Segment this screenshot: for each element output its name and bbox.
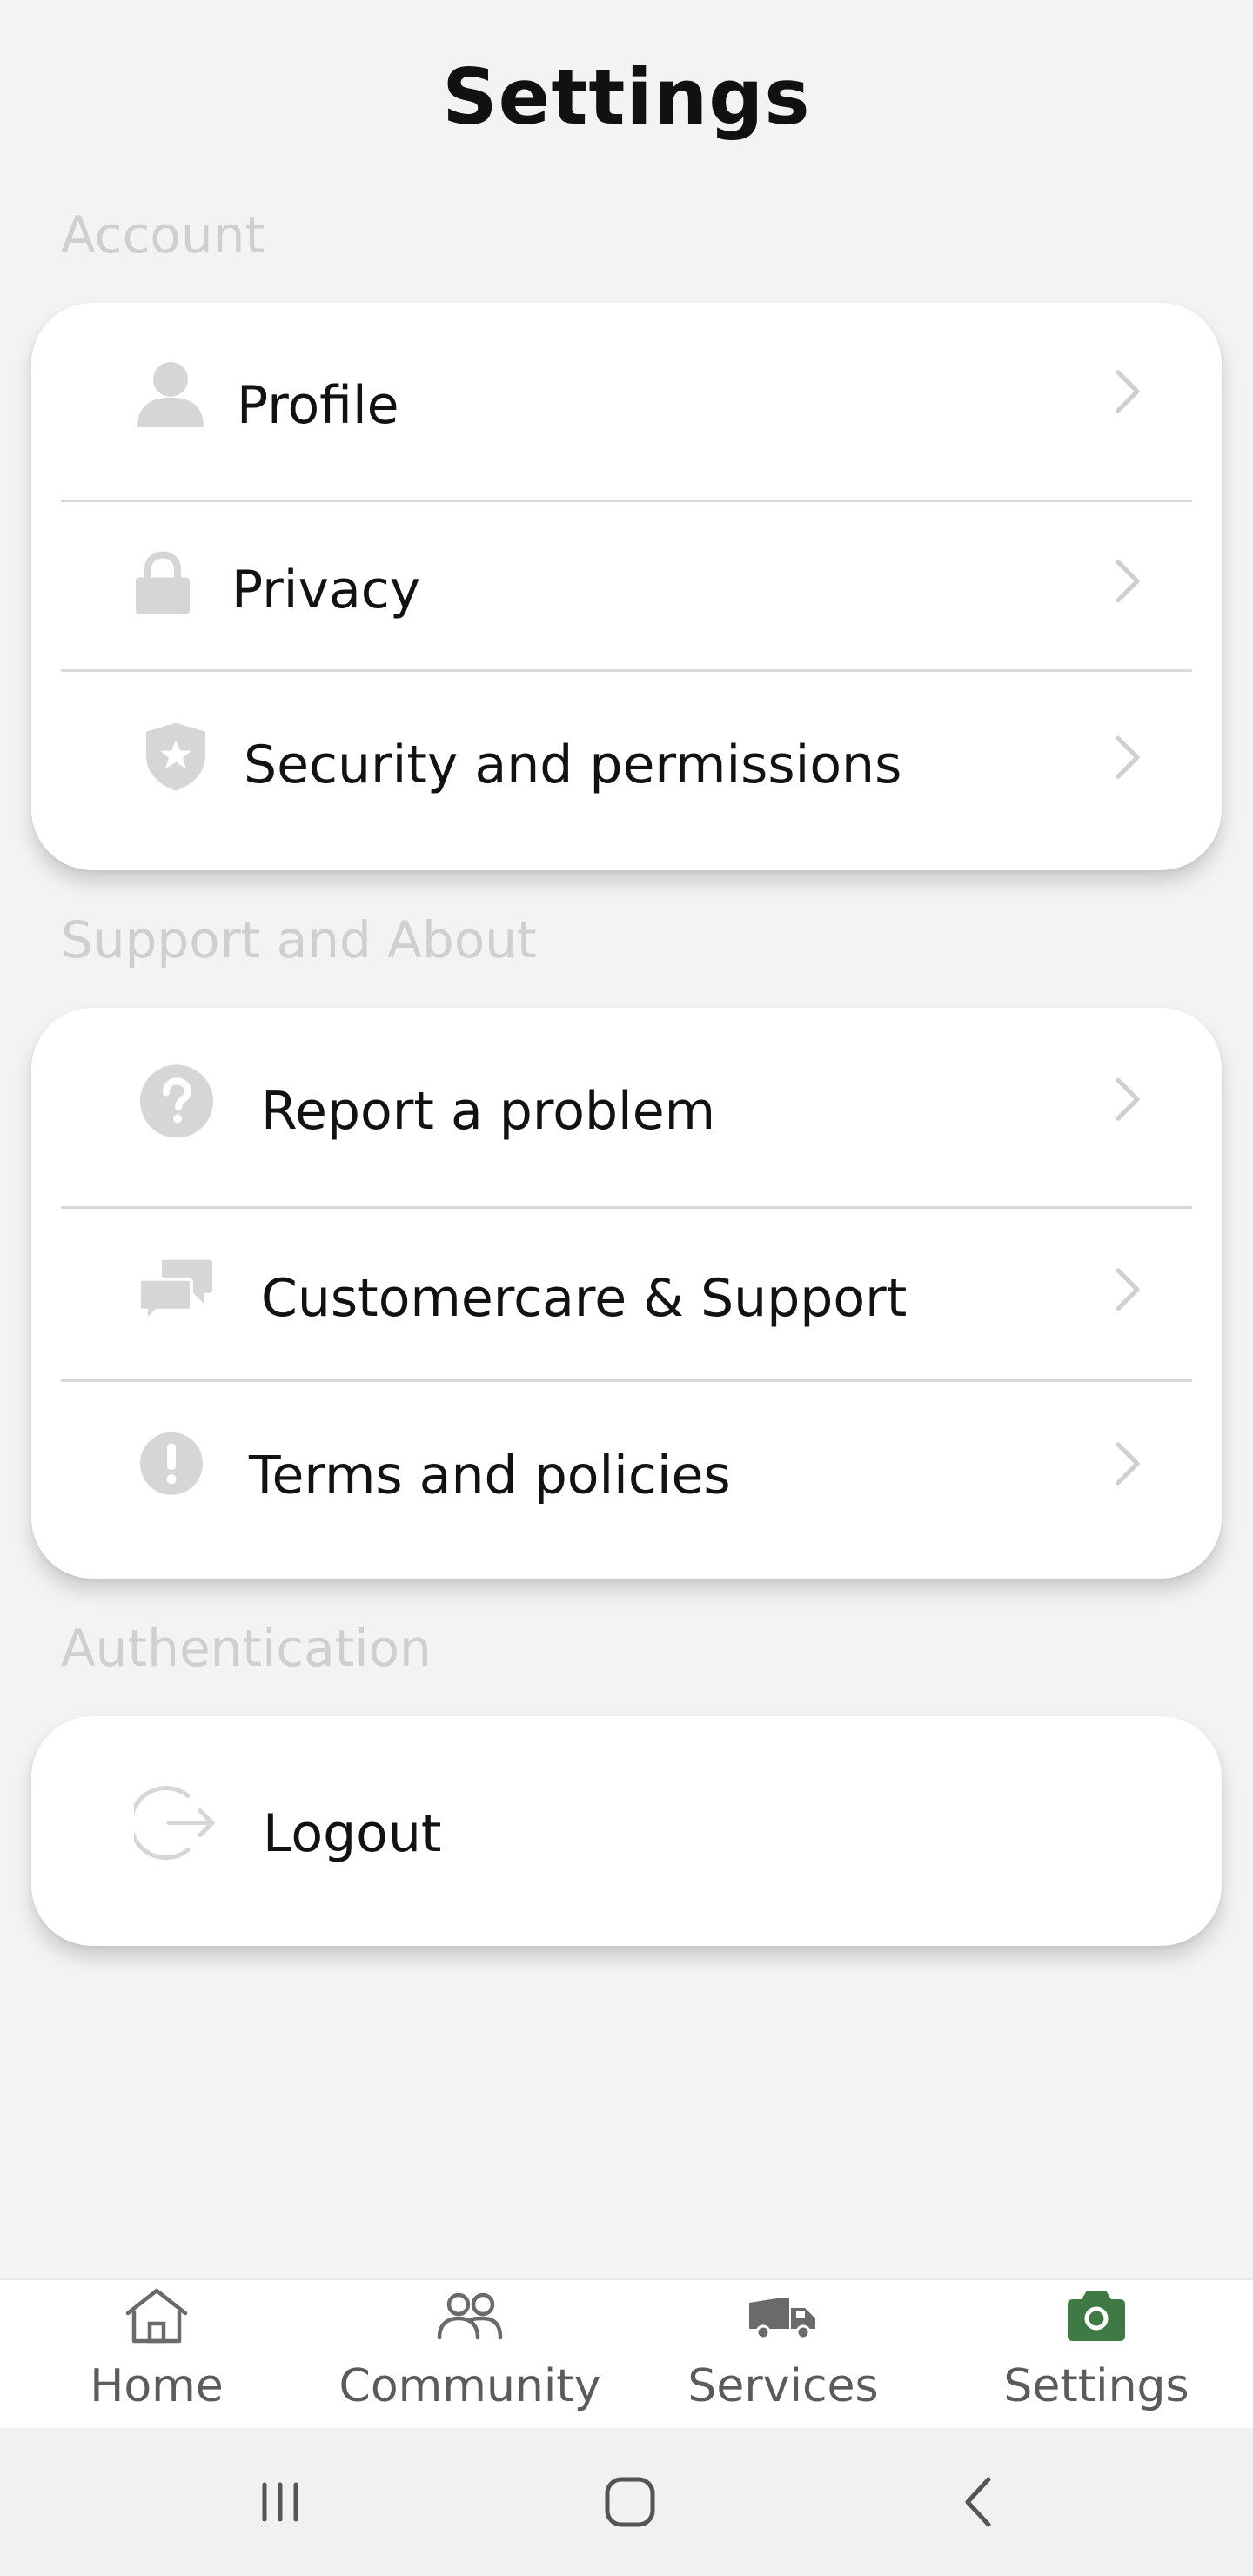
authentication-card: Logout	[31, 1716, 1222, 1946]
chevron-right-icon	[1105, 731, 1149, 783]
chevron-right-icon	[1105, 1438, 1149, 1490]
section-heading-support: Support and About	[61, 910, 537, 969]
nav-label-settings: Settings	[1003, 2360, 1189, 2412]
bottom-navigation: Home Community Services Settings	[0, 2278, 1253, 2430]
chevron-right-icon	[1105, 1263, 1149, 1315]
recent-apps-icon[interactable]	[245, 2467, 315, 2537]
nav-item-settings[interactable]: Settings	[940, 2280, 1253, 2430]
settings-row-terms[interactable]: Terms and policies	[31, 1382, 1222, 1579]
nav-item-community[interactable]: Community	[313, 2280, 626, 2430]
chevron-right-icon	[1105, 1073, 1149, 1125]
nav-label-services: Services	[687, 2360, 879, 2412]
settings-row-logout[interactable]: Logout	[31, 1716, 1222, 1946]
back-icon[interactable]	[945, 2467, 1015, 2537]
settings-row-customercare[interactable]: Customercare & Support	[31, 1209, 1222, 1382]
home-icon	[121, 2285, 192, 2346]
settings-row-label: Security and permissions	[244, 735, 902, 795]
settings-row-privacy[interactable]: Privacy	[31, 502, 1222, 672]
page-title: Settings	[442, 52, 811, 142]
exclamation-circle-icon	[139, 1432, 204, 1496]
settings-row-label: Customercare & Support	[261, 1267, 908, 1329]
chat-bubbles-icon	[137, 1256, 214, 1325]
shield-icon	[143, 721, 209, 793]
account-card: Profile Privacy Security and permissions	[31, 303, 1222, 870]
nav-item-services[interactable]: Services	[626, 2280, 940, 2430]
nav-label-home: Home	[90, 2360, 224, 2412]
settings-row-label: Privacy	[231, 559, 421, 621]
support-card: Report a problem Customercare & Support …	[31, 1008, 1222, 1579]
settings-row-profile[interactable]: Profile	[31, 303, 1222, 502]
nav-item-home[interactable]: Home	[0, 2280, 313, 2430]
lock-icon	[134, 551, 191, 615]
home-circle-icon[interactable]	[595, 2467, 665, 2537]
settings-row-label: Profile	[237, 374, 399, 436]
system-navigation-bar	[0, 2428, 1253, 2576]
camera-settings-icon	[1061, 2285, 1132, 2346]
chevron-right-icon	[1105, 554, 1149, 607]
settings-row-security[interactable]: Security and permissions	[31, 672, 1222, 870]
settings-row-label: Terms and policies	[249, 1445, 731, 1506]
person-icon	[134, 357, 207, 430]
logout-icon	[134, 1782, 216, 1864]
nav-label-community: Community	[338, 2360, 601, 2412]
chevron-right-icon	[1105, 365, 1149, 417]
settings-row-label: Report a problem	[261, 1080, 716, 1142]
truck-icon	[747, 2285, 819, 2346]
community-icon	[434, 2285, 506, 2346]
section-heading-authentication: Authentication	[61, 1619, 432, 1678]
question-circle-icon	[139, 1063, 214, 1138]
section-heading-account: Account	[61, 205, 265, 265]
settings-row-label: Logout	[263, 1802, 442, 1864]
settings-row-report-problem[interactable]: Report a problem	[31, 1008, 1222, 1209]
